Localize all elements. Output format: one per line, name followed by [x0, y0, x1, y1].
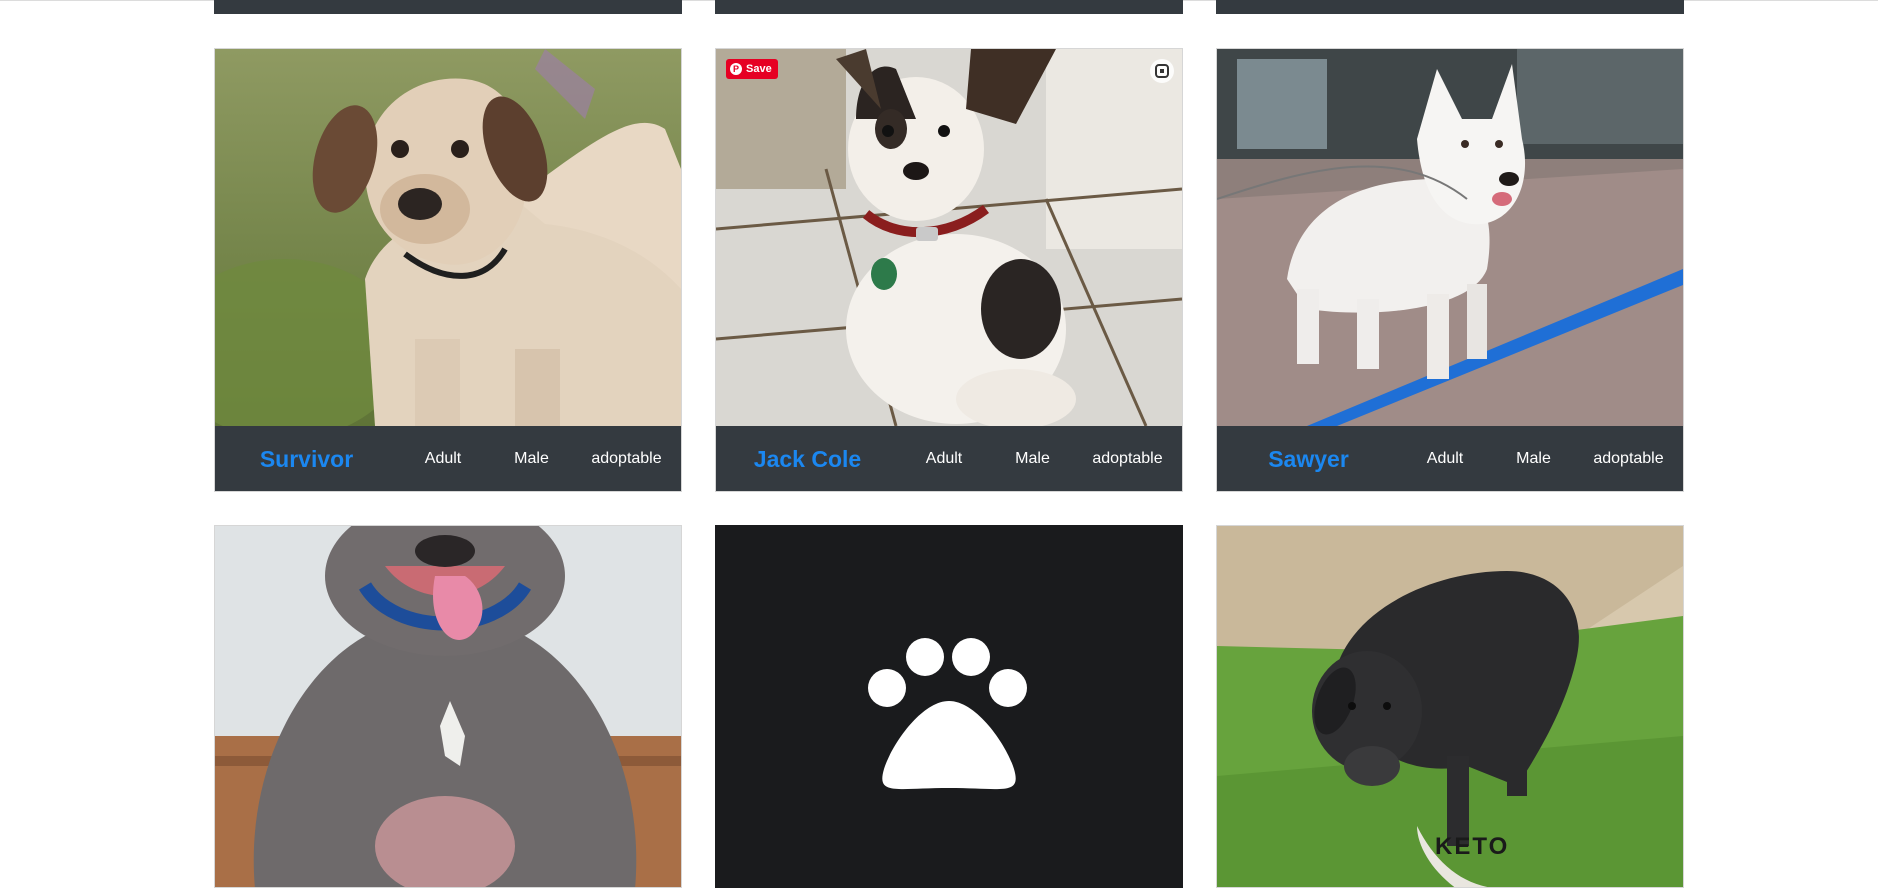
pet-photo-gray-pitbull[interactable]	[215, 526, 681, 887]
pet-age: Adult	[424, 450, 462, 467]
pinterest-save-button[interactable]: P Save	[726, 59, 778, 79]
previous-card-info-bar	[1216, 0, 1684, 14]
pet-card-survivor[interactable]: Survivor Adult Male adoptable	[214, 48, 682, 492]
pinterest-save-label: Save	[746, 63, 772, 75]
pet-card[interactable]: KETO	[1216, 525, 1684, 888]
pet-name-link[interactable]: Sawyer	[1217, 446, 1400, 473]
pinterest-logo-icon: P	[730, 63, 742, 75]
previous-card-info-bar	[214, 0, 682, 14]
pet-card[interactable]	[214, 525, 682, 888]
pet-sex: Male	[514, 450, 549, 467]
pet-name-link[interactable]: Jack Cole	[716, 446, 899, 473]
pet-sex: Male	[1015, 450, 1050, 467]
pet-status: adoptable	[591, 450, 662, 467]
pet-info-bar: Survivor Adult Male adoptable	[215, 426, 681, 491]
pet-card-jack-cole[interactable]: P Save Jack Cole Adult Male adoptable	[715, 48, 1183, 492]
pet-photo-sawyer[interactable]	[1217, 49, 1683, 426]
previous-card-info-bar	[715, 0, 1183, 14]
pet-status: adoptable	[1092, 450, 1163, 467]
expand-image-icon[interactable]	[1150, 59, 1174, 83]
pet-age: Adult	[925, 450, 963, 467]
pet-photo-survivor[interactable]	[215, 49, 681, 426]
pet-info-bar: Jack Cole Adult Male adoptable	[716, 426, 1182, 491]
photo-caption: KETO	[1435, 833, 1509, 860]
pet-status: adoptable	[1593, 450, 1664, 467]
pet-card[interactable]	[715, 525, 1183, 888]
pet-photo-black-terrier[interactable]: KETO	[1217, 526, 1683, 887]
pet-photo-placeholder[interactable]	[716, 526, 1182, 887]
pet-card-sawyer[interactable]: Sawyer Adult Male adoptable	[1216, 48, 1684, 492]
pet-age: Adult	[1426, 450, 1464, 467]
pet-name-link[interactable]: Survivor	[215, 446, 398, 473]
pet-info-bar: Sawyer Adult Male adoptable	[1217, 426, 1683, 491]
pet-photo-jack-cole[interactable]: P Save	[716, 49, 1182, 426]
pet-sex: Male	[1516, 450, 1551, 467]
paw-icon	[716, 526, 1182, 887]
